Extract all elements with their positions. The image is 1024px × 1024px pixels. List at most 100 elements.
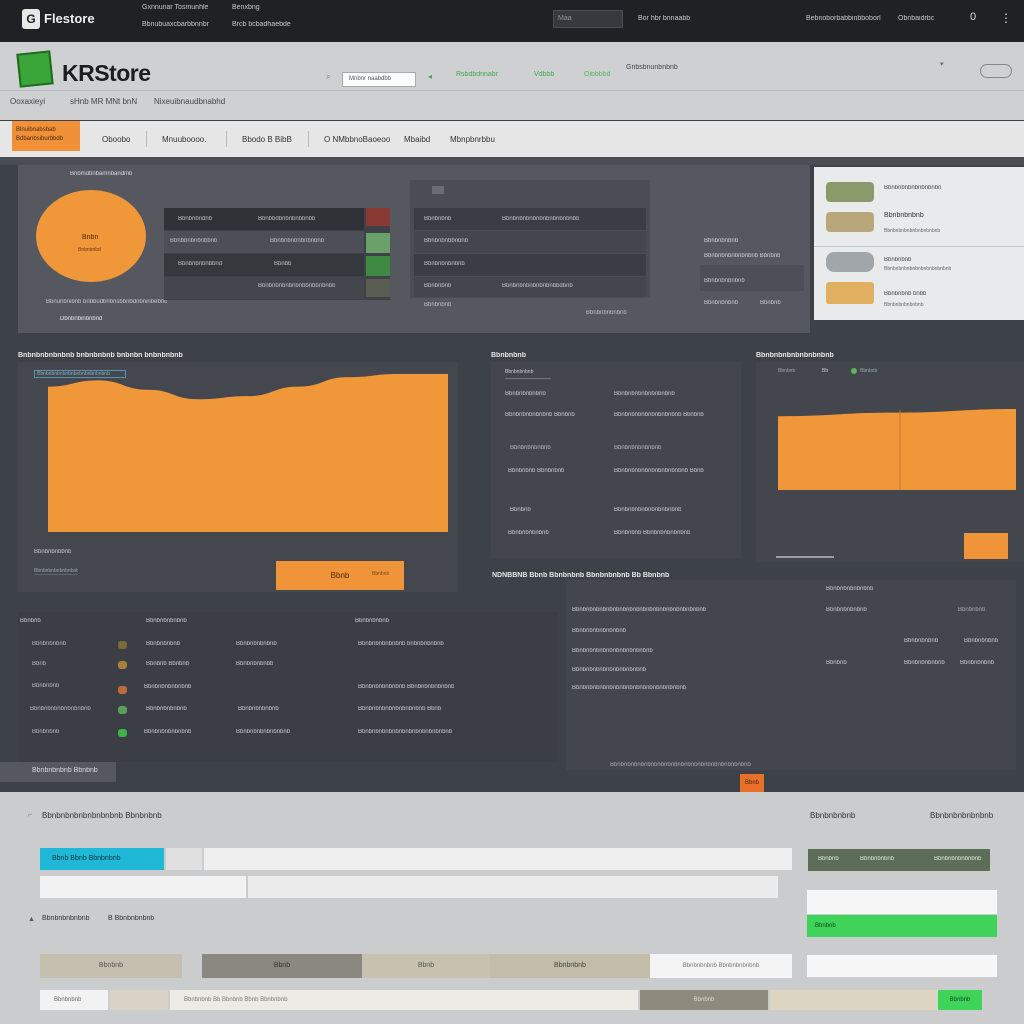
promo-item-title[interactable]: Bbnbnbnb bnbb — [884, 291, 926, 297]
table-cell[interactable]: Bbnbnbnb — [32, 683, 59, 689]
top-link-3[interactable]: Bbnubuaxcbarbbnnbr — [142, 21, 209, 28]
nav-item-4[interactable]: O NMbbnoBaoeoo — [324, 135, 390, 144]
table-cell[interactable]: Bbnbnbnbnbnb — [826, 607, 867, 613]
list-item[interactable]: Bbnbnbnbnbnbnb Bbnbnb — [505, 412, 575, 418]
green-small-button[interactable]: Bbnbnb — [938, 990, 982, 1010]
top-right-link-1[interactable]: Bebnoborbabbinbboborl — [806, 15, 881, 22]
status-square-red[interactable] — [366, 208, 390, 226]
form-field[interactable] — [807, 890, 997, 914]
table-cell[interactable]: Bbnbnbnbnbnbnb — [144, 729, 191, 735]
table-cell[interactable]: Bbnbnbnbnbnb — [146, 706, 187, 712]
cart-icon[interactable] — [980, 64, 1012, 78]
store-logo-image[interactable] — [16, 50, 54, 88]
form-field[interactable] — [807, 955, 997, 977]
chevron-down-icon[interactable]: ▾ — [940, 60, 944, 68]
status-square[interactable] — [366, 279, 390, 297]
promo-item-title[interactable]: Bbnbnbnbnb — [884, 212, 924, 219]
table-cell[interactable]: Bbnbnbnbnbnbnbnbnbnbnbnb — [572, 648, 653, 654]
list-item[interactable]: Bbnbnbnbnbnbnbnbnbnbnb Bbnb — [614, 468, 704, 474]
table-cell[interactable]: Bbnbnbnb — [32, 729, 59, 735]
nav-item-6[interactable]: Mbnpbnrbbu — [450, 135, 495, 144]
top-brand[interactable]: Flestore — [44, 11, 95, 26]
status-square-green[interactable] — [366, 233, 390, 253]
table-cell[interactable]: Bbnbnb — [826, 660, 847, 666]
list-item[interactable]: Bbnbnbnbnbnbnbnbnbnb — [614, 507, 681, 513]
promo-item-title[interactable]: Bbnbnbnbnbnbnbnbn — [884, 185, 941, 191]
top-center-link[interactable]: Bor hbr bnnaabb — [638, 15, 690, 22]
status-square-green[interactable] — [366, 256, 390, 276]
chart2-legend-item[interactable]: Bbnbnb — [778, 368, 795, 374]
form-field[interactable] — [40, 876, 246, 898]
sub-link-2[interactable]: sHnb MR MNt bnN — [70, 97, 137, 106]
table-cell[interactable]: Bbnbnbnbnbnbnbnbnbnbnb — [572, 667, 646, 673]
form-field[interactable] — [770, 990, 938, 1010]
green-submit-button[interactable]: Bbnbnb — [807, 915, 997, 937]
nav-item-5[interactable]: Mbaibd — [404, 135, 430, 144]
table-cell[interactable]: Bbnbnbnbnbnbnbnbnb — [30, 706, 91, 712]
form-field[interactable] — [204, 848, 792, 870]
chart2-legend-item[interactable]: Bbnbnb — [860, 368, 877, 374]
green-link-2[interactable]: Vdbbb — [534, 71, 554, 78]
chart2-area[interactable] — [778, 409, 1016, 490]
green-link-1[interactable]: Rsbdbdnnabr — [456, 71, 498, 78]
list-item[interactable]: Bbnbnbnbnbnb — [508, 530, 549, 536]
table-cell[interactable]: Bbnb — [32, 661, 46, 667]
green-link-3[interactable]: Oibbbbd — [584, 71, 610, 78]
form-field[interactable] — [248, 876, 778, 898]
top-search-input[interactable]: Maa — [553, 10, 623, 28]
mid-list-tag[interactable]: Bbnbnbnbnb — [505, 369, 551, 379]
nav-item-1[interactable]: Oboobo — [102, 135, 130, 144]
table-cell[interactable]: Bbnbnbnbnbnbnbnb — [236, 729, 290, 735]
list-item[interactable]: Bbnbnbnbnbnbnbnbnb — [614, 391, 675, 397]
nav-item-3[interactable]: Bbodo B BibB — [242, 135, 292, 144]
table-cell[interactable]: Bbnbnbnbnbnb — [904, 660, 945, 666]
table-cell[interactable]: Bbnbnbnbnb — [964, 638, 998, 644]
header-search-input[interactable]: Mnbnr naabdbb — [342, 72, 416, 87]
table-cell[interactable]: Bbnbnbnbnbnbnbnbnbnbnbnbnbnbnbnbnbnbnbnb — [572, 607, 706, 613]
list-item[interactable]: Bbnbnbnbnbnbnb — [614, 445, 661, 451]
table-cell[interactable]: Bbnbnbnbnbnbnb Bbnbnbnbnbnbnb — [358, 684, 454, 690]
promo-item-title[interactable]: Bbnbnbnb — [884, 257, 911, 263]
table-cell[interactable]: Bbnbnbnbnbnbnbnbnbnbnbnbnbnbnbnbnb — [572, 685, 686, 691]
filter-icon[interactable]: ⌕ — [326, 72, 330, 82]
form-field[interactable] — [110, 990, 168, 1010]
store-logo-icon[interactable]: G — [22, 9, 40, 29]
chart2-action-button[interactable] — [964, 533, 1008, 559]
vertical-dots-icon[interactable]: ⋮ — [1000, 11, 1012, 25]
form-field[interactable] — [166, 848, 202, 870]
table-cell[interactable]: Bbnbnbnbnbnbnb — [144, 684, 191, 690]
nav-item-2[interactable]: Mnuuboooo. — [162, 135, 206, 144]
table-cell[interactable]: Bbnbnbnbnb — [146, 641, 180, 647]
table-cell[interactable]: Bbnbnb Bbnbnb — [146, 661, 189, 667]
top-right-link-2[interactable]: Obnbaidrbc — [898, 15, 934, 22]
header-brand[interactable]: KRStore — [62, 60, 151, 87]
bottom-tab[interactable]: Bbnbnb — [40, 954, 182, 978]
bottom-field[interactable]: Bbnbnbnb — [40, 990, 108, 1010]
list-item[interactable]: Bbnbnbnbnbnb — [505, 391, 546, 397]
bottom-field[interactable]: Bbnbnbnb Bb Bbnbnb Bbnb Bbnbnbnb — [170, 990, 638, 1010]
promo-button[interactable]: Blnuibnabsbab Bdbanbsiburbbdb — [12, 121, 80, 151]
chart2-scrollbar[interactable] — [776, 556, 834, 558]
table-cell[interactable]: Bbnbnbnbnbnbnbnbnbnbnbnbnbnb — [358, 729, 452, 735]
list-item[interactable]: Bbnbnbnb Bbnbnbnb — [508, 468, 564, 474]
list-item[interactable]: Bbnbnbnb Bbnbnbnbnbnbnb — [614, 530, 690, 536]
top-link-4[interactable]: Brcb bcbadhaebde — [232, 21, 291, 28]
bottom-tab[interactable]: Bbnb — [362, 954, 490, 978]
top-link-2[interactable]: Benxbng — [232, 4, 260, 11]
table-cell[interactable]: Bbnbnbnbnb — [960, 660, 994, 666]
bottom-right-label[interactable]: Bbnbnbnbnbnbnb — [930, 811, 993, 820]
table-cell[interactable]: Bbnbnbnbnbnb — [236, 641, 277, 647]
list-item[interactable]: Bbnbnb — [510, 507, 531, 513]
table-cell[interactable]: Bbnbnbnbnbnbnb bnbnbnbnbnb — [358, 641, 444, 647]
bottom-tab[interactable]: Bbnbnb — [640, 990, 768, 1010]
footer-badge[interactable]: Bbnb — [740, 774, 764, 792]
top-link-1[interactable]: Gxnnunar Tosmunhle — [142, 4, 208, 11]
list-item[interactable]: Bbnbnbnbnbnbnbnbnbnb Bbnbnb — [614, 412, 704, 418]
cyan-tab[interactable]: Bbnb Bbnb Bbnbnbnb — [40, 848, 164, 870]
bottom-field[interactable]: Bbnbnbnbnb Bbnbnbnbnbnb — [650, 954, 792, 978]
table-cell[interactable]: Bbnbnbnbnb — [904, 638, 938, 644]
header-right-link[interactable]: Gnbsbnunbnbnb — [626, 64, 678, 71]
table-cell[interactable]: Bbnbnbnbnbnbnbnbnbnb Bbnb — [358, 706, 441, 712]
chart2-legend-item[interactable]: Bb — [822, 368, 828, 374]
table-cell[interactable]: Bbnbnbnbnb — [32, 641, 66, 647]
